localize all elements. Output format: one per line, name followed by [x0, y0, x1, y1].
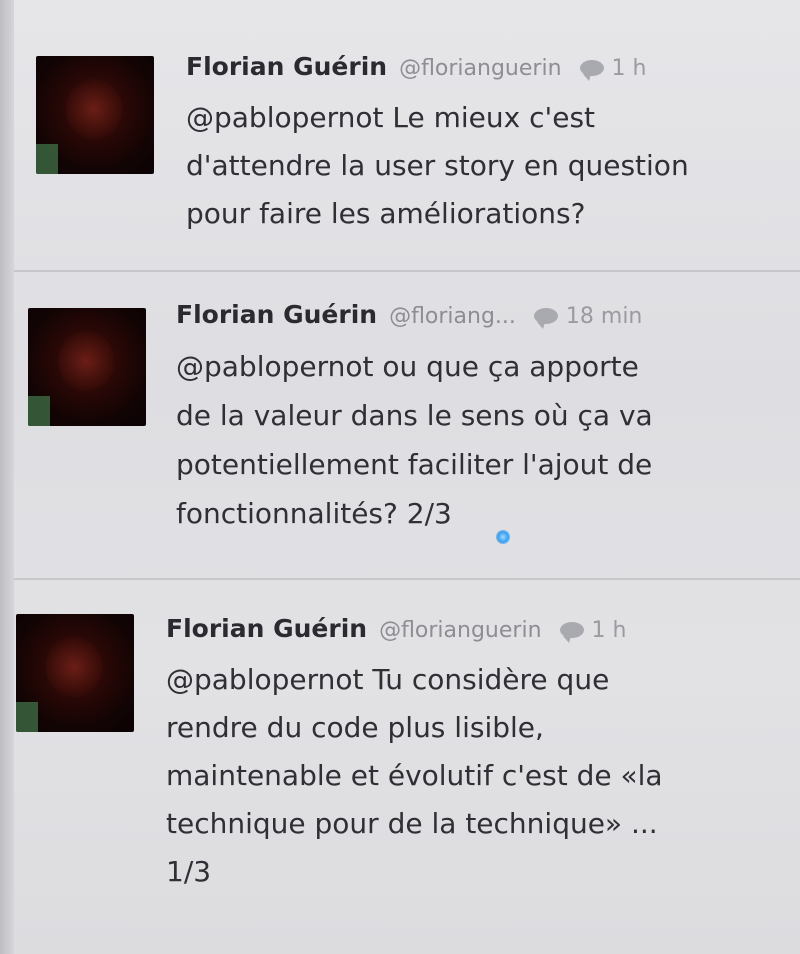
- avatar[interactable]: [36, 56, 154, 174]
- author-handle[interactable]: @florianguerin: [399, 56, 561, 81]
- tweet-item[interactable]: Florian Guérin @floriang... 18 min @pabl…: [14, 272, 800, 580]
- tweet-header: Florian Guérin @floriang... 18 min: [176, 300, 780, 338]
- tweet-item[interactable]: Florian Guérin @florianguerin 1 h @pablo…: [14, 18, 800, 272]
- timeline-left-edge: [0, 0, 14, 954]
- tweet-content: Florian Guérin @florianguerin 1 h @pablo…: [186, 52, 780, 238]
- author-handle[interactable]: @floriang...: [389, 304, 516, 329]
- tweet-content: Florian Guérin @florianguerin 1 h @pablo…: [166, 614, 780, 896]
- author-name[interactable]: Florian Guérin: [176, 300, 377, 329]
- tweet-timestamp[interactable]: 1 h: [592, 618, 627, 643]
- tweet-timestamp[interactable]: 1 h: [612, 56, 647, 81]
- tweet-header: Florian Guérin @florianguerin 1 h: [186, 52, 780, 90]
- tweet-content: Florian Guérin @floriang... 18 min @pabl…: [176, 300, 780, 538]
- pointer-dot-icon: [496, 530, 510, 544]
- author-handle[interactable]: @florianguerin: [379, 618, 541, 643]
- author-name[interactable]: Florian Guérin: [186, 52, 387, 81]
- author-name[interactable]: Florian Guérin: [166, 614, 367, 643]
- avatar[interactable]: [28, 308, 146, 426]
- tweet-text: @pablopernot ou que ça apporte de la val…: [176, 350, 653, 530]
- reply-icon[interactable]: [559, 622, 584, 643]
- avatar[interactable]: [16, 614, 134, 732]
- tweet-text: @pablopernot Le mieux c'est d'attendre l…: [186, 101, 689, 230]
- tweet-item[interactable]: Florian Guérin @florianguerin 1 h @pablo…: [14, 580, 800, 952]
- tweet-timeline: Florian Guérin @florianguerin 1 h @pablo…: [0, 0, 800, 954]
- tweet-text: @pablopernot Tu considère que rendre du …: [166, 663, 663, 888]
- tweet-timestamp[interactable]: 18 min: [566, 304, 642, 329]
- tweet-header: Florian Guérin @florianguerin 1 h: [166, 614, 780, 652]
- reply-icon[interactable]: [579, 60, 604, 81]
- reply-icon[interactable]: [533, 308, 558, 329]
